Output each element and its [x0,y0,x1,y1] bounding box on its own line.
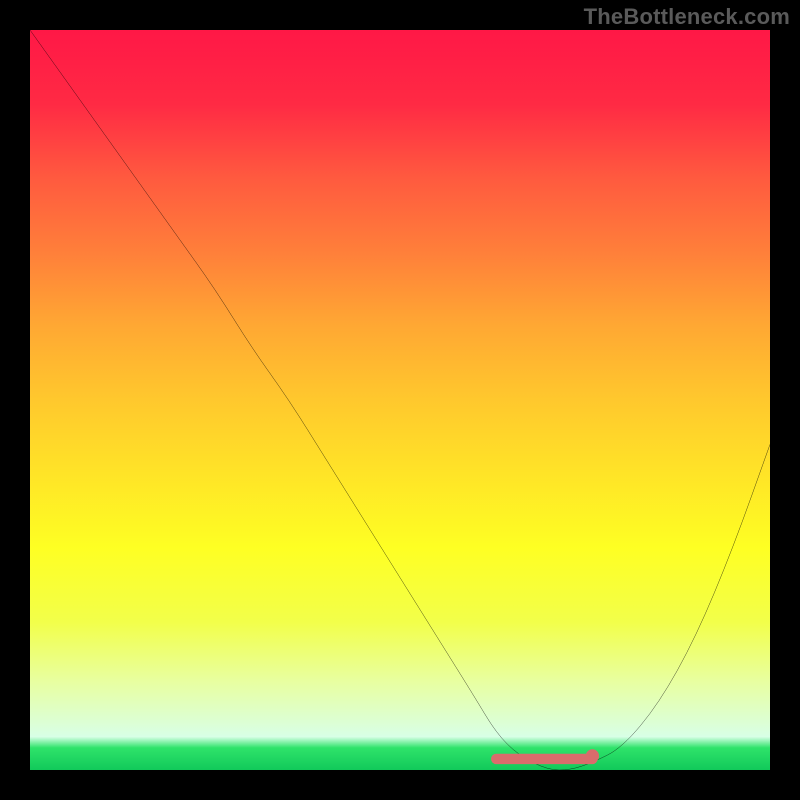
watermark-text: TheBottleneck.com [584,4,790,30]
optimal-zone [496,749,599,762]
chart-svg [30,30,770,770]
bottleneck-curve [30,30,770,770]
plot-area [30,30,770,770]
chart-frame: TheBottleneck.com [0,0,800,800]
